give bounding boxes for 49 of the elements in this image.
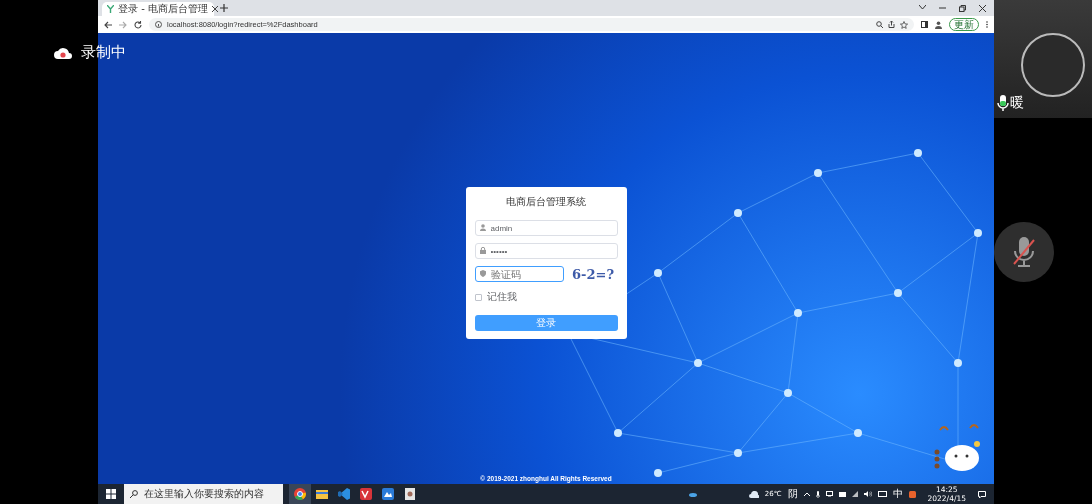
remember-checkbox[interactable]	[474, 293, 482, 301]
speaker-icon[interactable]	[863, 491, 872, 497]
folder-icon[interactable]	[316, 488, 328, 500]
chevron-up-icon[interactable]	[803, 492, 810, 496]
taskbar-search-field[interactable]: 在这里输入你要搜索的内容	[124, 484, 283, 504]
microphone-icon[interactable]	[815, 490, 820, 498]
app-square-icon[interactable]	[908, 490, 916, 498]
minimize-icon[interactable]	[939, 4, 946, 10]
login-title: 电商后台管理系统	[505, 195, 587, 209]
close-icon[interactable]	[979, 4, 986, 12]
chevron-down-icon[interactable]	[919, 4, 926, 10]
lock-icon	[479, 247, 486, 254]
mute-button[interactable]	[994, 222, 1054, 282]
zoom-icon[interactable]	[876, 21, 883, 28]
close-icon[interactable]	[211, 6, 218, 12]
update-button[interactable]: 更新	[949, 18, 979, 31]
username-field[interactable]: admin	[474, 220, 618, 236]
letter-v-logo-icon[interactable]	[360, 488, 372, 500]
mountain-app-icon[interactable]	[382, 488, 394, 500]
new-tab-icon[interactable]	[220, 4, 228, 12]
document-icon[interactable]	[404, 488, 416, 500]
code-editor-icon[interactable]	[338, 488, 350, 500]
info-icon	[155, 21, 162, 28]
captcha-image[interactable]: 6-2=?	[569, 266, 616, 282]
network-icon[interactable]	[851, 491, 858, 497]
input-method-text[interactable]: 中	[892, 487, 903, 501]
shield-icon	[479, 270, 486, 277]
remember-label: 记住我	[486, 290, 517, 304]
share-icon[interactable]	[888, 21, 895, 28]
back-icon[interactable]	[104, 20, 112, 29]
password-field[interactable]: ••••••	[474, 243, 618, 259]
favicon-icon	[107, 5, 114, 13]
participant-name: 暖	[1010, 94, 1024, 112]
star-icon[interactable]	[900, 20, 908, 29]
profile-icon[interactable]	[935, 20, 942, 29]
sidebar-icon[interactable]	[921, 21, 928, 28]
chrome-icon[interactable]	[294, 488, 306, 500]
reload-icon[interactable]	[134, 20, 142, 29]
notification-icon[interactable]	[978, 490, 986, 498]
keyboard-icon[interactable]	[877, 491, 887, 497]
windows-icon[interactable]	[106, 489, 116, 499]
weather-text: 阴	[787, 487, 798, 501]
restore-icon[interactable]	[959, 4, 966, 12]
captcha-field[interactable]: 验证码	[474, 266, 564, 282]
weather-cloud-icon	[748, 490, 759, 498]
monitor-icon[interactable]	[825, 491, 833, 497]
user-icon	[479, 224, 486, 231]
search-icon	[130, 490, 138, 498]
muted-microphone-icon	[1012, 237, 1036, 267]
